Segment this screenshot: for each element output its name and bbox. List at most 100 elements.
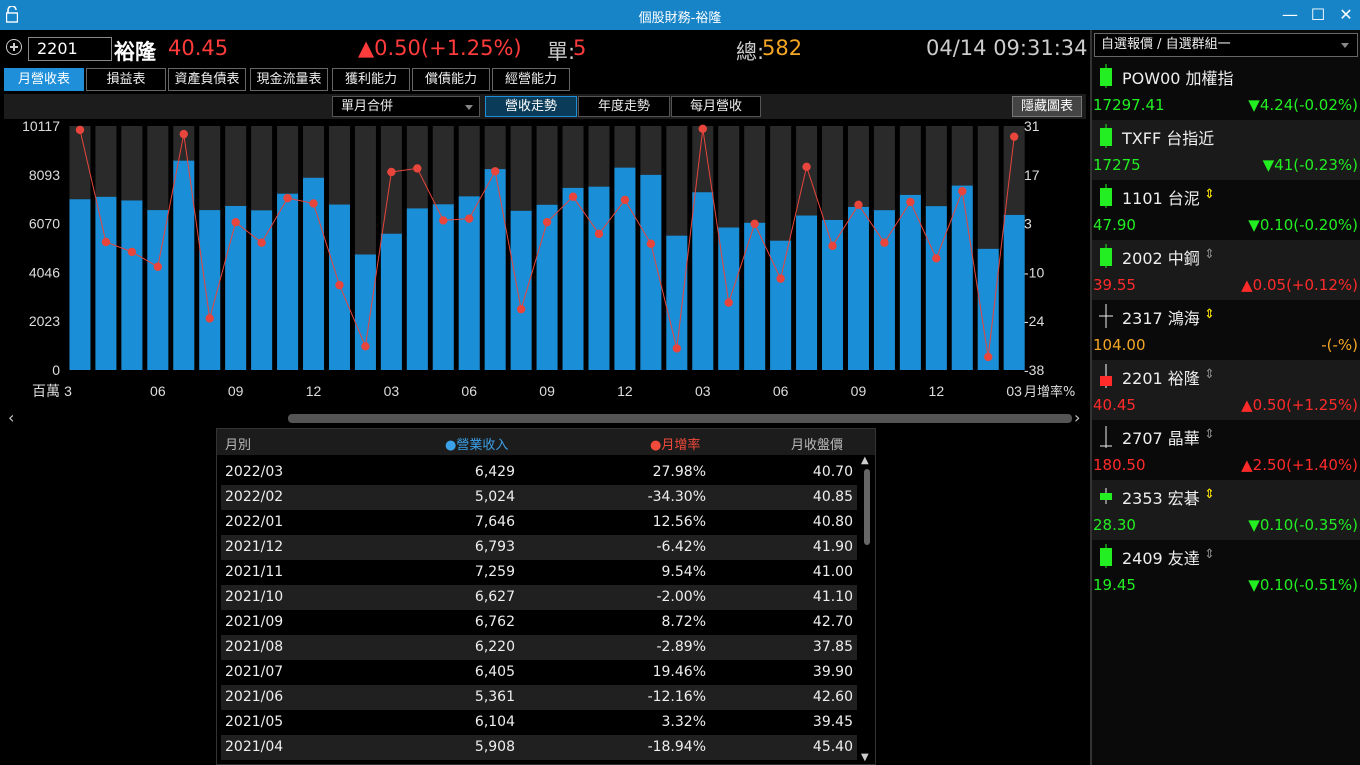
annual-trend-button[interactable]: 年度走勢 (578, 96, 670, 117)
watchlist-price: 47.90 (1093, 216, 1136, 234)
tab-cash-flow[interactable]: 現金流量表 (250, 68, 328, 91)
monthly-revenue-button[interactable]: 每月營收 (671, 96, 761, 117)
watchlist-item[interactable]: 2002 中鋼 ⇕ 39.55 ▲0.05(+0.12%) (1092, 240, 1360, 300)
table-row[interactable]: 2021/07 6,405 19.46% 39.90 (221, 660, 857, 685)
watchlist-change: ▼0.10(-0.20%) (1248, 216, 1358, 234)
cell-mom: 12.56% (652, 514, 706, 530)
tab-income-statement[interactable]: 損益表 (86, 68, 166, 91)
tab-balance-sheet[interactable]: 資產負債表 (168, 68, 246, 91)
mom-point (958, 187, 967, 196)
col-month[interactable]: 月別 (225, 434, 251, 453)
table-scrollbar[interactable]: ▲ ▼ (859, 455, 875, 764)
chart-scrollbar[interactable]: ‹ › (0, 408, 1088, 430)
cell-revenue: 6,405 (474, 664, 515, 680)
alert-flag-icon: ⇕ (1204, 487, 1215, 502)
mom-point (361, 342, 370, 351)
close-icon[interactable]: ✕ (1336, 5, 1356, 25)
scroll-up-icon[interactable]: ▲ (861, 455, 869, 466)
cell-close: 37.85 (812, 639, 853, 655)
scroll-thumb[interactable] (288, 414, 1072, 423)
col-revenue[interactable]: ●營業收入 (445, 434, 508, 453)
mom-point (335, 280, 344, 290)
single-volume-label: 單: (547, 40, 576, 64)
watchlist-item[interactable]: 2201 裕隆 ⇕ 40.45 ▲0.50(+1.25%) (1092, 360, 1360, 420)
table-scroll-thumb[interactable] (864, 469, 870, 545)
tab-profitability[interactable]: 獲利能力 (332, 68, 410, 91)
tab-monthly-revenue[interactable]: 月營收表 (4, 68, 84, 91)
mom-point (413, 164, 422, 173)
y-right-tick: -10 (1024, 264, 1044, 280)
table-row[interactable]: 2022/02 5,024 -34.30% 40.85 (221, 485, 857, 510)
hide-chart-button[interactable]: 隱藏圖表 (1012, 96, 1082, 117)
cell-mom: -6.42% (656, 539, 706, 555)
revenue-trend-button[interactable]: 營收走勢 (485, 96, 577, 117)
revenue-bar (354, 254, 376, 370)
y-right-tick: 31 (1024, 121, 1040, 134)
revenue-type-select[interactable]: 單月合併 (332, 96, 480, 117)
table-row[interactable]: 2021/12 6,793 -6.42% 41.90 (221, 535, 857, 560)
scroll-down-icon[interactable]: ▼ (861, 752, 869, 763)
revenue-bar (484, 169, 506, 370)
table-row[interactable]: 2021/09 6,762 8.72% 42.70 (221, 610, 857, 635)
table-row[interactable]: 2021/05 6,104 3.32% 39.45 (221, 710, 857, 735)
cell-month: 2021/06 (225, 689, 284, 705)
mom-point (724, 298, 733, 307)
mom-point (828, 241, 837, 251)
watchlist-item[interactable]: 1101 台泥 ⇕ 47.90 ▼0.10(-0.20%) (1092, 180, 1360, 240)
revenue-table: 月別 ●營業收入 ●月增率 月收盤價 2022/03 6,429 27.98% 40.… (216, 428, 876, 765)
watchlist-item[interactable]: TXFF 台指近 17275 ▼41(-0.23%) (1092, 120, 1360, 180)
watchlist-name: POW00 加權指 (1122, 69, 1234, 88)
table-row[interactable]: 2021/11 7,259 9.54% 41.00 (221, 560, 857, 585)
mom-point (516, 304, 526, 314)
y-left-tick: 0 (52, 362, 60, 378)
table-row[interactable]: 2021/04 5,908 -18.94% 45.40 (221, 735, 857, 760)
table-row[interactable]: 2022/01 7,646 12.56% 40.80 (221, 510, 857, 535)
x-tick: 06 (773, 383, 789, 399)
cell-month: 2021/08 (225, 639, 284, 655)
watchlist-group-select[interactable]: 自選報價 / 自選群組一 (1094, 33, 1358, 57)
watchlist-item[interactable]: 2707 晶華 ⇕ 180.50 ▲2.50(+1.40%) (1092, 420, 1360, 480)
scroll-left-icon[interactable]: ‹ (8, 408, 14, 427)
maximize-icon[interactable]: ☐ (1308, 5, 1328, 25)
add-icon[interactable] (6, 39, 22, 55)
watchlist-name: 2707 晶華 (1122, 429, 1200, 448)
tab-solvency[interactable]: 償債能力 (412, 68, 490, 91)
stock-code-input[interactable]: 2201 (28, 37, 112, 61)
cell-month: 2022/01 (225, 514, 284, 530)
scroll-right-icon[interactable]: › (1074, 408, 1080, 427)
mom-point (205, 314, 214, 323)
table-row[interactable]: 2021/10 6,627 -2.00% 41.10 (221, 585, 857, 610)
alert-flag-icon: ⇕ (1204, 547, 1215, 562)
watchlist-item[interactable]: 2317 鴻海 ⇕ 104.00 -(-%) (1092, 300, 1360, 360)
watchlist-change: ▲0.50(+1.25%) (1241, 396, 1358, 414)
col-close[interactable]: 月收盤價 (791, 434, 843, 453)
watchlist-name: TXFF 台指近 (1122, 129, 1215, 148)
minimize-icon[interactable]: — (1280, 5, 1300, 25)
watchlist-item[interactable]: 2353 宏碁 ⇕ 28.30 ▼0.10(-0.35%) (1092, 480, 1360, 540)
mom-point (672, 344, 682, 353)
alert-flag-icon: ⇕ (1204, 367, 1215, 382)
watchlist-item[interactable]: POW00 加權指 17297.41 ▼4.24(-0.02%) (1092, 60, 1360, 120)
cell-revenue: 5,361 (474, 689, 515, 705)
watchlist-group-value: 自選報價 / 自選群組一 (1101, 37, 1231, 52)
mom-point (776, 274, 785, 283)
revenue-bar (121, 200, 143, 370)
cell-close: 40.80 (812, 514, 853, 530)
x-tick: 03 (695, 383, 711, 399)
revenue-bar (277, 193, 299, 370)
tab-operating[interactable]: 經營能力 (492, 68, 570, 91)
watchlist-name: 2353 宏碁 (1122, 489, 1200, 508)
x-tick: 09 (228, 383, 244, 399)
mom-point (568, 192, 578, 201)
window-title: 個股財務-裕隆 (638, 11, 722, 26)
watchlist-price: 17275 (1093, 156, 1141, 174)
table-row[interactable]: 2022/03 6,429 27.98% 40.70 (221, 460, 857, 485)
mom-point (179, 129, 188, 139)
mom-point (906, 197, 915, 207)
cell-close: 41.90 (812, 539, 853, 555)
table-row[interactable]: 2021/06 5,361 -12.16% 42.60 (221, 685, 857, 710)
table-row[interactable]: 2021/08 6,220 -2.89% 37.85 (221, 635, 857, 660)
alert-flag-icon: ⇕ (1204, 427, 1215, 442)
col-mom[interactable]: ●月增率 (650, 434, 700, 453)
watchlist-item[interactable]: 2409 友達 ⇕ 19.45 ▼0.10(-0.51%) (1092, 540, 1360, 600)
